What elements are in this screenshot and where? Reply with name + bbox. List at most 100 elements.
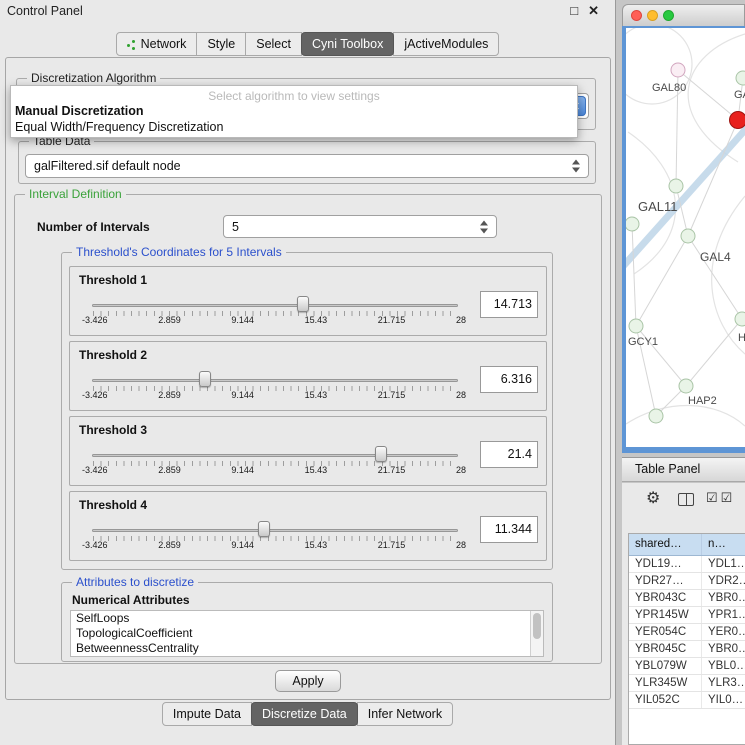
tab-infer-network[interactable]: Infer Network: [357, 702, 453, 726]
node-label: HAP2: [688, 395, 717, 407]
tab-impute-data[interactable]: Impute Data: [162, 702, 252, 726]
attribute-item[interactable]: SelfLoops: [71, 611, 543, 626]
scale-label: -3.426: [82, 390, 108, 400]
network-node[interactable]: [735, 312, 745, 326]
minimize-traffic-light-icon[interactable]: [647, 10, 658, 21]
network-edge[interactable]: [636, 236, 688, 326]
network-focus-frame: GAL80GAGAL11GAL4GCY1HHAP2: [622, 26, 745, 453]
slider-track[interactable]: [92, 529, 458, 532]
num-intervals-combo[interactable]: 5: [223, 215, 497, 238]
combo-arrows-icon[interactable]: [572, 160, 580, 173]
dropdown-option[interactable]: Manual Discretization: [11, 103, 577, 119]
scale-label: 9.144: [231, 315, 254, 325]
slider-scale: -3.4262.8599.14415.4321.71528: [82, 465, 466, 475]
network-canvas[interactable]: GAL80GAGAL11GAL4GCY1HHAP2: [626, 28, 745, 447]
network-node[interactable]: [681, 229, 695, 243]
network-edge[interactable]: [678, 70, 738, 120]
show-columns-checkbox-icon[interactable]: ☑: [721, 490, 734, 506]
attributes-list[interactable]: SelfLoopsTopologicalCoefficientBetweenne…: [70, 610, 544, 657]
table-cell: YPR145W: [629, 607, 702, 623]
zoom-traffic-light-icon[interactable]: [663, 10, 674, 21]
slider-track[interactable]: [92, 304, 458, 307]
network-node[interactable]: [671, 63, 685, 77]
interval-definition-group: Interval Definition Number of Intervals …: [14, 194, 602, 664]
num-intervals-label: Number of Intervals: [37, 220, 150, 234]
table-cell: YER0…: [702, 624, 745, 640]
table-row[interactable]: YIL052CYIL0…: [629, 692, 745, 709]
network-node[interactable]: [679, 379, 693, 393]
threshold-value-field[interactable]: 21.4: [480, 441, 538, 468]
table-row[interactable]: YLR345WYLR3…: [629, 675, 745, 692]
table-row[interactable]: YDR27…YDR2…: [629, 573, 745, 590]
thresholds-group-label: Threshold's Coordinates for 5 Intervals: [72, 245, 286, 259]
table-row[interactable]: YPR145WYPR1…: [629, 607, 745, 624]
attributes-group-label: Attributes to discretize: [72, 575, 198, 589]
close-icon[interactable]: ✕: [588, 3, 599, 19]
threshold-value-field[interactable]: 6.316: [480, 366, 538, 393]
slider-track[interactable]: [92, 379, 458, 382]
slider-thumb[interactable]: [199, 371, 211, 387]
table-cell: YBR043C: [629, 590, 702, 606]
network-node[interactable]: [629, 319, 643, 333]
network-edge[interactable]: [686, 319, 742, 386]
node-label: GAL80: [652, 82, 686, 94]
select-all-checkbox-icon[interactable]: ☑: [706, 490, 719, 506]
selected-node[interactable]: [730, 112, 745, 129]
network-node[interactable]: [736, 71, 745, 85]
column-header[interactable]: shared…: [629, 534, 702, 555]
network-edge[interactable]: [636, 326, 686, 386]
scale-label: 28: [456, 390, 466, 400]
table-row[interactable]: YER054CYER0…: [629, 624, 745, 641]
threshold-value-field[interactable]: 14.713: [480, 291, 538, 318]
apply-button[interactable]: Apply: [275, 670, 341, 692]
scrollbar-thumb[interactable]: [533, 613, 541, 639]
table-row[interactable]: YBL079WYBL0…: [629, 658, 745, 675]
table-cell: YBR0…: [702, 590, 745, 606]
tab-cyni-toolbox[interactable]: Cyni Toolbox: [301, 32, 394, 56]
attribute-item[interactable]: TopologicalCoefficient: [71, 626, 543, 641]
dropdown-option[interactable]: Equal Width/Frequency Discretization: [11, 119, 577, 135]
network-node[interactable]: [669, 179, 683, 193]
node-label: GAL4: [700, 250, 731, 264]
network-edge[interactable]: [632, 224, 636, 326]
node-table: shared…n… YDL19…YDL1…YDR27…YDR2…YBR043CY…: [628, 533, 745, 745]
column-header[interactable]: n…: [702, 534, 745, 555]
tab-select[interactable]: Select: [245, 32, 302, 56]
scale-label: 9.144: [231, 390, 254, 400]
threshold-label: Threshold 2: [79, 348, 147, 362]
tab-jactivemodules[interactable]: jActiveModules: [393, 32, 499, 56]
threshold-label: Threshold 1: [79, 273, 147, 287]
gear-icon[interactable]: ⚙: [646, 488, 660, 508]
table-data-combo[interactable]: galFiltered.sif default node: [25, 154, 589, 178]
table-cell: YPR1…: [702, 607, 745, 623]
control-panel-titlebar: Control Panel □ ✕: [0, 0, 615, 24]
slider-scale: -3.4262.8599.14415.4321.71528: [82, 540, 466, 550]
slider-thumb[interactable]: [297, 296, 309, 312]
scrollbar[interactable]: [530, 611, 543, 656]
network-edge[interactable]: [688, 120, 738, 236]
tab-network[interactable]: Network: [116, 32, 198, 56]
threshold-box: Threshold 2 -3.4262.8599.14415.4321.7152…: [69, 341, 547, 411]
float-window-icon[interactable]: □: [570, 3, 578, 19]
slider-thumb[interactable]: [258, 521, 270, 537]
slider-thumb[interactable]: [375, 446, 387, 462]
tab-style[interactable]: Style: [196, 32, 246, 56]
close-traffic-light-icon[interactable]: [631, 10, 642, 21]
columns-icon[interactable]: [678, 493, 694, 506]
scale-label: 21.715: [378, 540, 406, 550]
threshold-label: Threshold 4: [79, 498, 147, 512]
scale-label: 2.859: [158, 540, 181, 550]
tab-discretize-data[interactable]: Discretize Data: [251, 702, 358, 726]
network-node[interactable]: [649, 409, 663, 423]
network-window-titlebar[interactable]: [622, 4, 745, 26]
network-node[interactable]: [626, 217, 639, 231]
table-row[interactable]: YBR045CYBR0…: [629, 641, 745, 658]
attribute-item[interactable]: BetweennessCentrality: [71, 641, 543, 656]
scale-label: 21.715: [378, 315, 406, 325]
threshold-value-field[interactable]: 11.344: [480, 516, 538, 543]
slider-track[interactable]: [92, 454, 458, 457]
combo-arrows-icon[interactable]: [480, 220, 488, 233]
table-row[interactable]: YBR043CYBR0…: [629, 590, 745, 607]
table-row[interactable]: YDL19…YDL1…: [629, 556, 745, 573]
control-panel: Control Panel □ ✕ NetworkStyleSelectCyni…: [0, 0, 616, 745]
